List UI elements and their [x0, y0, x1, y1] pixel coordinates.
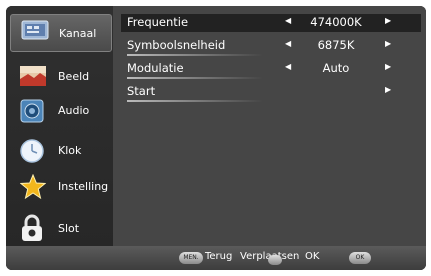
- ok-key-icon: OK: [349, 252, 371, 264]
- help-bar: MEN. Terug Verplaatsen OK OK: [6, 246, 426, 270]
- sidebar-item-slot[interactable]: Slot: [6, 210, 113, 246]
- sidebar-item-audio[interactable]: Audio: [6, 92, 113, 128]
- picture-icon: [20, 65, 46, 87]
- menu-row-start[interactable]: Start ▶: [121, 83, 421, 102]
- row-value: 6875K: [317, 38, 355, 52]
- dpad-icon: [268, 255, 282, 265]
- arrow-right-icon[interactable]: ▶: [385, 39, 391, 48]
- sidebar-item-label: Instelling: [58, 179, 109, 193]
- menu-key-icon: MEN.: [179, 252, 203, 264]
- menu-content: Frequentie ◀ 474000K ▶ Symboolsnelheid ◀…: [113, 6, 426, 246]
- star-settings-icon: [19, 173, 47, 200]
- menu-row-symboolsnelheid[interactable]: Symboolsnelheid ◀ 6875K ▶: [121, 37, 421, 56]
- sidebar-item-klok[interactable]: Klok: [6, 132, 113, 168]
- speaker-icon: [20, 99, 46, 123]
- sidebar-item-label: Kanaal: [59, 26, 97, 40]
- row-underline: [127, 54, 263, 56]
- row-label: Symboolsnelheid: [127, 38, 226, 52]
- row-label: Modulatie: [127, 61, 184, 75]
- arrow-left-icon[interactable]: ◀: [285, 62, 291, 71]
- sidebar-item-beeld[interactable]: Beeld: [6, 58, 113, 94]
- row-label: Frequentie: [127, 15, 189, 29]
- arrow-left-icon[interactable]: ◀: [285, 39, 291, 48]
- row-value: Auto: [322, 61, 350, 75]
- sidebar-item-label: Klok: [58, 143, 82, 157]
- row-label: Start: [127, 84, 156, 98]
- row-underline: [127, 77, 263, 79]
- tv-osd-screen: Kanaal Beeld Audio Klok Instelling Slot …: [6, 6, 426, 270]
- sidebar-item-label: Beeld: [58, 69, 90, 83]
- sidebar-item-kanaal[interactable]: Kanaal: [10, 14, 112, 52]
- clock-icon: [20, 139, 46, 163]
- lock-icon: [20, 214, 46, 241]
- row-value: 474000K: [310, 15, 362, 29]
- arrow-right-icon[interactable]: ▶: [385, 16, 391, 25]
- sidebar-item-instelling[interactable]: Instelling: [6, 168, 113, 204]
- arrow-right-icon[interactable]: ▶: [385, 62, 391, 71]
- sidebar-item-label: Slot: [58, 221, 80, 235]
- hint-ok: OK: [305, 251, 320, 262]
- row-underline: [127, 100, 263, 102]
- arrow-left-icon[interactable]: ◀: [285, 16, 291, 25]
- tv-channel-icon: [21, 20, 49, 42]
- hint-back: Terug: [205, 251, 233, 262]
- sidebar: Kanaal Beeld Audio Klok Instelling Slot: [6, 6, 113, 246]
- arrow-right-icon[interactable]: ▶: [385, 85, 391, 94]
- menu-row-frequentie[interactable]: Frequentie ◀ 474000K ▶: [121, 14, 421, 32]
- menu-row-modulatie[interactable]: Modulatie ◀ Auto ▶: [121, 60, 421, 79]
- sidebar-item-label: Audio: [58, 103, 90, 117]
